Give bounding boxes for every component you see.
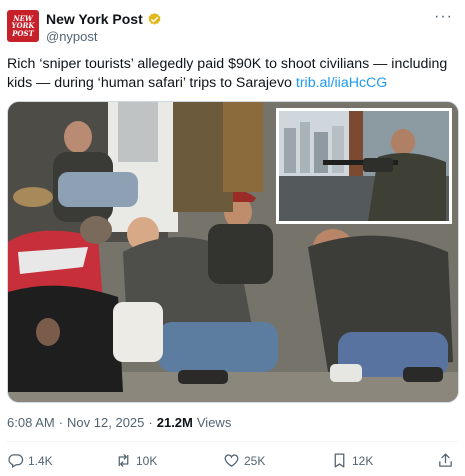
views-label: Views	[196, 415, 232, 430]
share-button[interactable]	[437, 452, 454, 469]
author-row: New York Post	[46, 11, 162, 27]
bookmark-count: 12K	[352, 453, 374, 468]
repost-count: 10K	[136, 453, 158, 468]
tweet-link[interactable]: trib.al/iiaHcCG	[296, 75, 387, 91]
bookmark-button[interactable]: 12K	[331, 452, 373, 469]
meta-separator: ·	[148, 415, 153, 430]
heart-icon	[224, 454, 239, 467]
more-options-icon[interactable]: ···	[434, 8, 453, 26]
tweet-photo[interactable]	[7, 101, 459, 403]
reply-icon	[8, 454, 24, 469]
action-bar: 1.4K 10K 25K 12K	[0, 452, 465, 472]
views-count: 21.2M	[156, 415, 193, 430]
like-count: 25K	[244, 453, 266, 468]
reply-count: 1.4K	[28, 453, 53, 468]
repost-button[interactable]: 10K	[115, 452, 157, 469]
tweet-metadata: 6:08 AM · Nov 12, 2025 · 21.2M Views	[7, 415, 231, 430]
repost-icon	[118, 454, 129, 467]
share-icon	[439, 453, 452, 467]
account-handle[interactable]: @nypost	[46, 29, 98, 44]
avatar-logo-line3: POST	[12, 28, 34, 38]
photo-illustration	[8, 102, 458, 402]
tweet-card[interactable]: NEW YORK POST New York Post @nypost ··· …	[0, 0, 465, 476]
tweet-date[interactable]: Nov 12, 2025	[67, 415, 144, 430]
avatar[interactable]: NEW YORK POST	[7, 10, 39, 42]
tweet-text: Rich ‘sniper tourists’ allegedly paid $9…	[7, 55, 452, 93]
tweet-time[interactable]: 6:08 AM	[7, 415, 55, 430]
display-name[interactable]: New York Post	[46, 11, 143, 27]
divider	[7, 441, 458, 442]
like-button[interactable]: 25K	[223, 452, 265, 469]
verified-badge-icon[interactable]	[147, 12, 162, 27]
reply-button[interactable]: 1.4K	[7, 452, 53, 469]
bookmark-icon	[334, 453, 345, 468]
meta-separator: ·	[58, 415, 64, 430]
